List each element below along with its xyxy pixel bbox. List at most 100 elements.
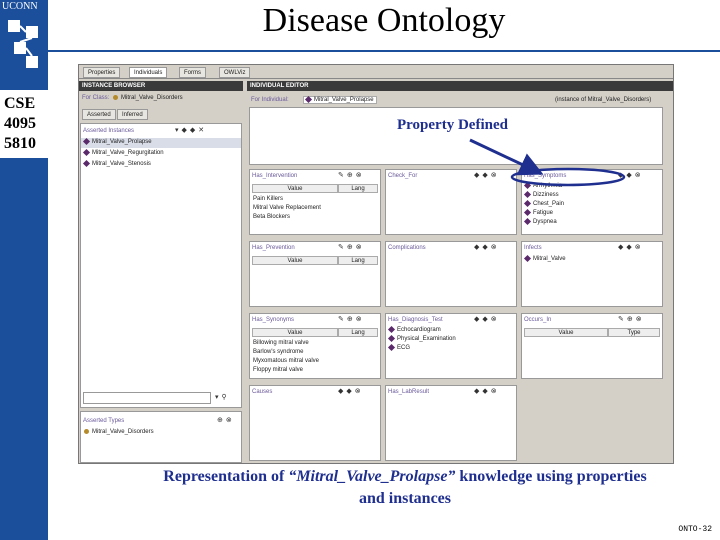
symptom-item[interactable]: Dizziness (523, 190, 559, 199)
instance-icon (82, 148, 91, 157)
edit-icon[interactable]: ✎ (618, 316, 627, 323)
instance-item[interactable]: Mitral_Valve_Stenosis (82, 159, 151, 167)
for-individual-value-text: Mitral_Valve_Prolapse (314, 97, 374, 104)
occurs-in-panel: Occurs_In ✎⊕⊗ Value Type (521, 313, 663, 379)
remove-icon[interactable]: ⊗ (491, 316, 500, 323)
add-icon[interactable]: ⊕ (627, 316, 636, 323)
remove-icon[interactable]: ⊗ (355, 388, 364, 395)
symptom-item[interactable]: Chest_Pain (523, 199, 565, 208)
remove-icon[interactable]: ⊗ (635, 244, 644, 251)
add-icon[interactable]: ⊕ (347, 316, 356, 323)
check-for-label: Check_For (388, 173, 418, 179)
remove-icon[interactable]: ⊗ (356, 316, 365, 323)
remove-icon[interactable]: ⊗ (491, 388, 500, 395)
select-icon[interactable]: ◆ (626, 172, 634, 179)
symptom-item-label: Dizziness (533, 192, 559, 199)
asserted-types-panel: Asserted Types ⊕⊗ Mitral_Valve_Disorders (80, 411, 242, 463)
intervention-row[interactable]: Beta Blockers (253, 214, 290, 220)
symptom-item[interactable]: Dyspnea (523, 217, 557, 225)
tab-forms[interactable]: Forms (179, 67, 206, 78)
synonym-row[interactable]: Billowing mitral valve (253, 340, 309, 346)
infects-tools: ◆◆⊗ (618, 243, 644, 251)
add-icon[interactable]: ⊕ (347, 172, 356, 179)
asserted-instances-label: Asserted Instances (83, 128, 135, 134)
select-icon[interactable]: ◆ (346, 388, 354, 395)
diagnosis-item-label: Physical_Examination (397, 336, 456, 343)
add-instance-icon[interactable]: ◆ (182, 127, 190, 134)
symptom-item-label: Arrhythmia (533, 183, 563, 190)
brand-name: UCONN (2, 1, 38, 12)
instance-icon (523, 181, 532, 190)
instance-of-label: (instance of Mitral_Valve_Disorders) (555, 97, 652, 103)
edit-icon[interactable]: ✎ (338, 244, 347, 251)
course-code: CSE (4, 95, 36, 112)
instance-item[interactable]: Mitral_Valve_Regurgitation (82, 148, 164, 157)
diagnosis-item[interactable]: Physical_Examination (387, 334, 456, 343)
remove-icon[interactable]: ⊗ (356, 244, 365, 251)
select-icon[interactable]: ◆ (482, 244, 490, 251)
caption-line-2: and instances (358, 490, 452, 507)
column-value: Value (252, 256, 338, 265)
occurs-in-tools: ✎⊕⊗ (618, 315, 645, 323)
select-icon[interactable]: ◆ (626, 244, 634, 251)
main-tabs: Properties Individuals Forms OWLViz (79, 65, 673, 79)
symptom-item-label: Chest_Pain (533, 201, 565, 208)
edit-icon[interactable]: ✎ (338, 172, 347, 179)
infects-item[interactable]: Mitral_Valve (523, 254, 566, 262)
infects-panel: Infects ◆◆⊗ Mitral_Valve (521, 241, 663, 307)
has-prevention-panel: Has_Prevention ✎⊕⊗ Value Lang (249, 241, 381, 307)
edit-icon[interactable]: ✎ (338, 316, 347, 323)
synonyms-tools: ✎⊕⊗ (338, 315, 365, 323)
instance-item[interactable]: Mitral_Valve_Prolapse (82, 137, 152, 146)
remove-icon[interactable]: ⊗ (356, 172, 365, 179)
select-icon[interactable]: ◆ (482, 388, 490, 395)
instances-panel: Asserted Instances ▾◆◆✕ Mitral_Valve_Pro… (80, 123, 242, 408)
tab-properties[interactable]: Properties (83, 67, 121, 78)
tab-owlviz[interactable]: OWLViz (219, 67, 251, 78)
add-icon[interactable]: ⊕ (347, 244, 356, 251)
synonym-row[interactable]: Floppy mitral valve (253, 367, 303, 373)
tab-inferred[interactable]: Inferred (117, 109, 148, 120)
remove-icon[interactable]: ⊗ (491, 172, 500, 179)
title-divider (48, 50, 720, 52)
binoculars-icon[interactable]: ⚲ (222, 394, 230, 401)
column-value: Value (252, 184, 338, 193)
for-individual-label: For Individual: (251, 97, 289, 103)
symptom-item-label: Fatigue (533, 210, 554, 217)
tab-asserted[interactable]: Asserted (82, 109, 116, 120)
select-icon[interactable]: ◆ (482, 316, 490, 323)
remove-icon[interactable]: ⊗ (491, 244, 500, 251)
search-tools: ▾⚲ (215, 393, 230, 401)
instance-toolbar: ▾◆◆✕ (175, 126, 207, 134)
instance-icon (387, 325, 396, 334)
remove-icon[interactable]: ✕ (198, 127, 207, 134)
class-icon (84, 429, 89, 434)
instance-icon (523, 190, 532, 199)
for-class-value: Mitral_Valve_Disorders (113, 95, 183, 101)
instance-item-label: Mitral_Valve_Prolapse (92, 139, 152, 146)
tab-individuals[interactable]: Individuals (129, 67, 168, 78)
causes-tools: ◆◆⊗ (338, 387, 364, 395)
remove-icon[interactable]: ⊗ (635, 172, 644, 179)
select-icon[interactable]: ◆ (482, 172, 490, 179)
comment-area[interactable] (249, 107, 663, 165)
remove-type-icon[interactable]: ⊗ (226, 417, 235, 424)
intervention-tools: ✎⊕⊗ (338, 171, 365, 179)
type-item-label: Mitral_Valve_Disorders (92, 429, 154, 436)
symptom-item[interactable]: Arrhythmia (523, 181, 563, 190)
column-value: Value (252, 328, 338, 337)
complications-label: Complications (388, 245, 426, 251)
diagnosis-item[interactable]: ECG (387, 343, 410, 351)
type-item[interactable]: Mitral_Valve_Disorders (84, 429, 154, 435)
instance-search-input[interactable] (83, 392, 211, 404)
remove-icon[interactable]: ⊗ (636, 316, 645, 323)
add-type-icon[interactable]: ⊕ (217, 417, 226, 424)
diagnosis-item[interactable]: Echocardiogram (387, 325, 441, 334)
complications-panel: Complications ◆◆⊗ (385, 241, 517, 307)
course-codes: CSE 4095 5810 (0, 90, 48, 158)
intervention-row[interactable]: Pain Killers (253, 196, 283, 202)
symptom-item[interactable]: Fatigue (523, 208, 554, 217)
intervention-row[interactable]: Mitral Valve Replacement (253, 205, 321, 211)
synonym-row[interactable]: Myxomatous mitral valve (253, 358, 319, 364)
synonym-row[interactable]: Barlow's syndrome (253, 349, 304, 355)
